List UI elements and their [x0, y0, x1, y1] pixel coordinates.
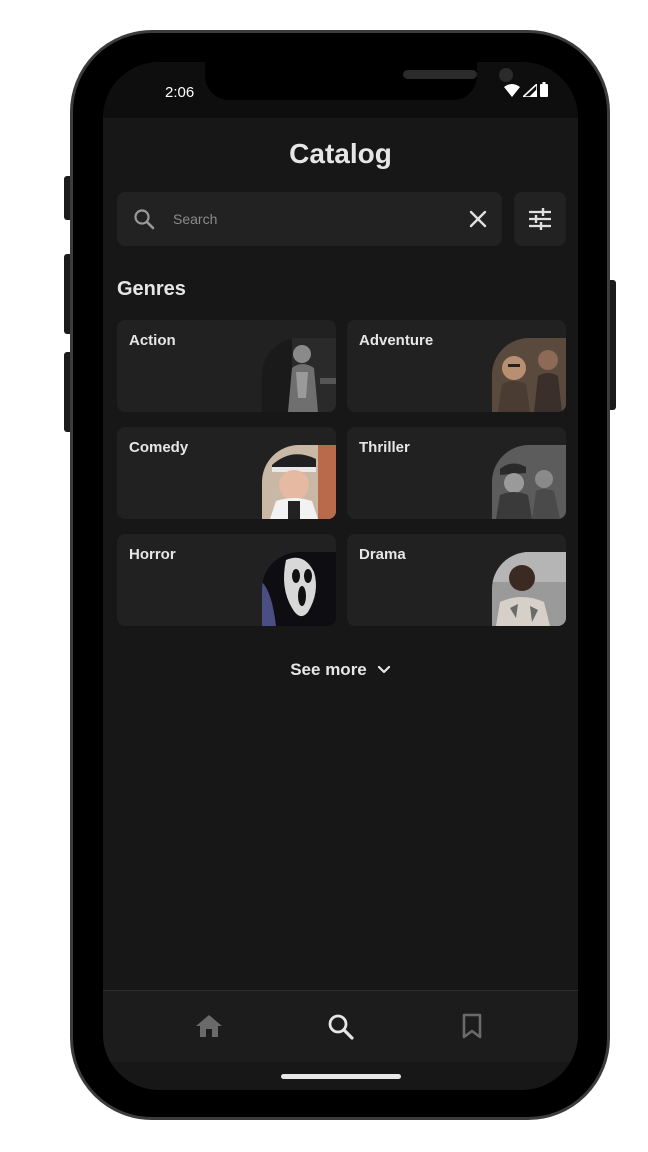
search-icon: [328, 1014, 354, 1040]
genre-label: Comedy: [129, 439, 189, 456]
genre-thumbnail: [262, 338, 336, 412]
genre-card-drama[interactable]: Drama: [347, 534, 566, 626]
bottom-navigation: [103, 990, 578, 1062]
genre-thumbnail: [262, 552, 336, 626]
status-icons: [504, 82, 548, 97]
wifi-icon: [504, 84, 520, 97]
genre-card-horror[interactable]: Horror: [117, 534, 336, 626]
genre-thumbnail: [492, 552, 566, 626]
search-bar[interactable]: [117, 192, 502, 246]
signal-icon: [523, 84, 537, 97]
filter-button[interactable]: [514, 192, 566, 246]
genre-card-action[interactable]: Action: [117, 320, 336, 412]
home-icon: [196, 1015, 222, 1037]
nav-search[interactable]: [327, 1013, 355, 1046]
genre-card-thriller[interactable]: Thriller: [347, 427, 566, 519]
genre-label: Drama: [359, 546, 406, 563]
status-time: 2:06: [165, 84, 195, 101]
app-screen: 2:06 Catalog Search Genres Action Advent…: [103, 62, 578, 1090]
genre-label: Horror: [129, 546, 176, 563]
chevron-down-icon: [377, 665, 390, 674]
genre-label: Adventure: [359, 332, 434, 349]
sliders-icon: [529, 208, 551, 230]
genre-card-comedy[interactable]: Comedy: [117, 427, 336, 519]
bookmark-icon: [462, 1013, 482, 1039]
battery-icon: [540, 82, 548, 97]
genre-thumbnail: [492, 338, 566, 412]
genre-card-adventure[interactable]: Adventure: [347, 320, 566, 412]
nav-home[interactable]: [195, 1013, 223, 1044]
page-title: Catalog: [289, 138, 392, 169]
see-more-label: See more: [290, 660, 367, 679]
phone-notch: [205, 62, 513, 100]
speaker-grille: [403, 70, 477, 79]
close-icon[interactable]: [468, 209, 488, 229]
genres-heading: Genres: [117, 278, 186, 300]
genre-label: Thriller: [359, 439, 410, 456]
genre-thumbnail: [492, 445, 566, 519]
see-more-button[interactable]: See more: [103, 660, 578, 680]
search-icon: [134, 209, 155, 230]
genre-thumbnail: [262, 445, 336, 519]
search-input[interactable]: [173, 206, 443, 232]
genre-label: Action: [129, 332, 176, 349]
nav-bookmarks[interactable]: [461, 1013, 483, 1044]
home-indicator[interactable]: [281, 1074, 401, 1079]
front-camera: [499, 68, 513, 82]
